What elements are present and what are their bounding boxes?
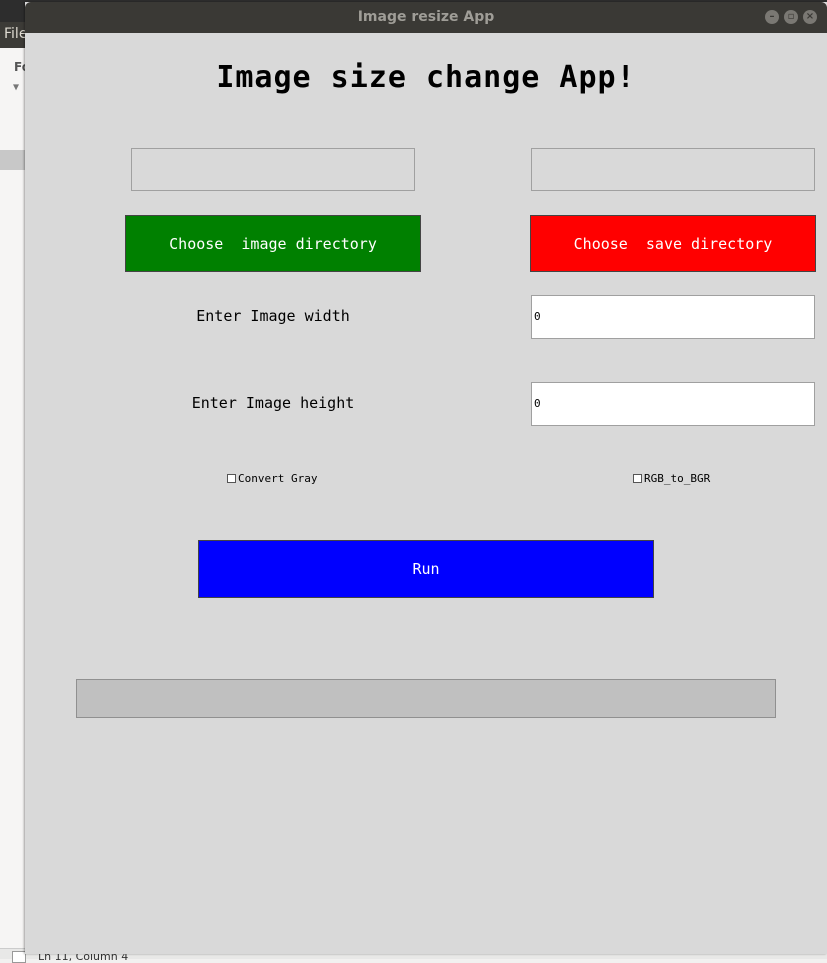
image-width-input[interactable]: 0 [531,295,815,339]
window-titlebar[interactable]: Image resize App – ▫ × [25,2,827,33]
choose-save-directory-button[interactable]: Choose save directory [530,215,816,272]
run-button[interactable]: Run [198,540,654,598]
side-panel-selected-row[interactable] [0,150,26,170]
progress-bar [76,679,776,718]
menu-file[interactable]: File [4,26,27,42]
image-height-input[interactable]: 0 [531,382,815,426]
maximize-icon[interactable]: ▫ [784,10,798,24]
chevron-down-icon[interactable]: ▼ [13,82,19,93]
app-heading: Image size change App! [216,60,636,95]
checkbox-box-icon[interactable] [633,474,642,483]
rgb-to-bgr-label: RGB_to_BGR [644,472,711,485]
checkbox-box-icon[interactable] [227,474,236,483]
image-width-label: Enter Image width [196,307,350,325]
choose-image-directory-button[interactable]: Choose image directory [125,215,421,272]
convert-gray-label: Convert Gray [238,472,318,485]
save-directory-field[interactable] [531,148,815,191]
minimize-icon[interactable]: – [765,10,779,24]
background-side-panel [0,48,26,948]
status-checkbox[interactable] [12,951,26,963]
image-directory-field[interactable] [131,148,415,191]
rgb-to-bgr-checkbox[interactable]: RGB_to_BGR [633,472,710,485]
close-icon[interactable]: × [803,10,817,24]
image-resize-window: Image resize App – ▫ × Image size change… [25,2,827,954]
convert-gray-checkbox[interactable]: Convert Gray [227,472,317,485]
window-title: Image resize App [357,9,495,25]
image-height-label: Enter Image height [191,394,355,412]
